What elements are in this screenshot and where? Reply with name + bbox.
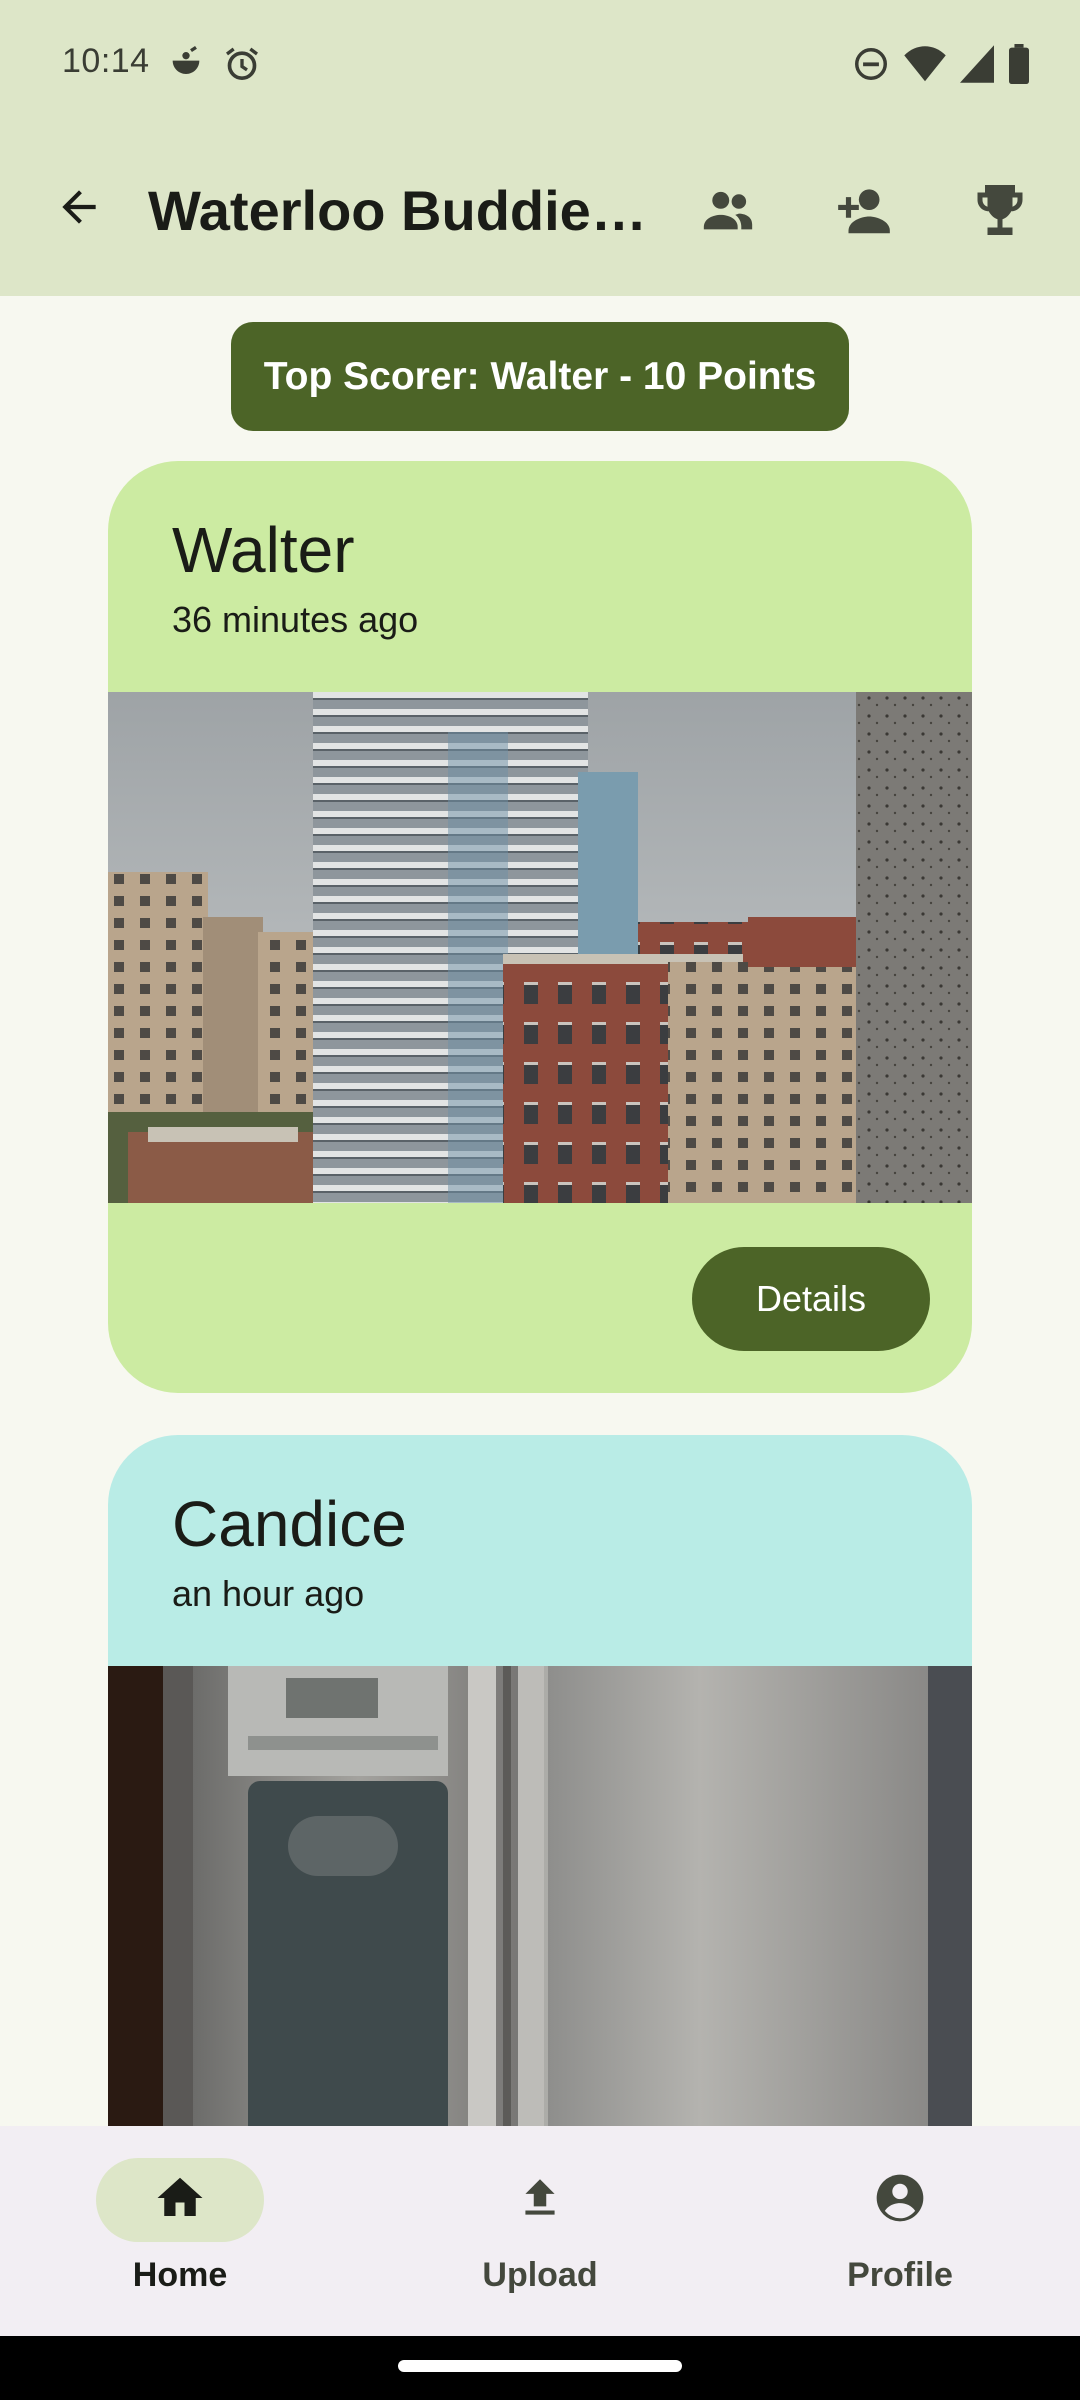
do-not-disturb-icon [852,45,890,83]
alarm-icon [222,44,262,84]
nav-label-upload: Upload [482,2256,598,2294]
cellular-signal-icon [960,45,994,83]
post-time: 36 minutes ago [172,599,419,640]
add-member-button[interactable] [828,176,900,248]
post-time: an hour ago [172,1573,365,1614]
top-scorer-banner: Top Scorer: Walter - 10 Points [231,322,849,431]
arrow-back-icon [54,182,104,237]
details-button[interactable]: Details [692,1247,930,1351]
app-title: Waterloo Buddies… [148,179,658,242]
person-add-icon [833,179,895,246]
post-card: Walter 36 minutes ago Details [108,461,972,1393]
nav-item-home[interactable]: Home [0,2126,360,2336]
post-author: Walter [172,514,355,586]
leaderboard-button[interactable] [964,176,1036,248]
home-icon [153,2171,207,2230]
notification-icon [166,44,206,84]
nav-active-indicator [96,2158,264,2242]
bottom-navigation: Home Upload Profile [0,2126,1080,2336]
nav-label-home: Home [132,2256,228,2294]
nav-item-profile[interactable]: Profile [720,2126,1080,2336]
trophy-icon [970,180,1030,245]
wifi-icon [904,45,946,83]
back-button[interactable] [44,174,114,244]
status-time: 10:14 [62,42,150,80]
gesture-navigation-bar [0,2336,1080,2400]
group-button[interactable] [692,176,764,248]
nav-item-upload[interactable]: Upload [360,2126,720,2336]
app-bar: Waterloo Buddies… [0,150,1080,280]
city-buildings-photo [108,692,972,1203]
status-bar: 10:14 [0,0,1080,128]
post-author: Candice [172,1488,407,1560]
group-icon [699,181,757,244]
nav-label-profile: Profile [847,2256,953,2294]
battery-icon [1008,44,1030,84]
home-gesture-handle[interactable] [398,2360,682,2372]
account-circle-icon [872,2170,928,2231]
upload-icon [515,2173,565,2228]
